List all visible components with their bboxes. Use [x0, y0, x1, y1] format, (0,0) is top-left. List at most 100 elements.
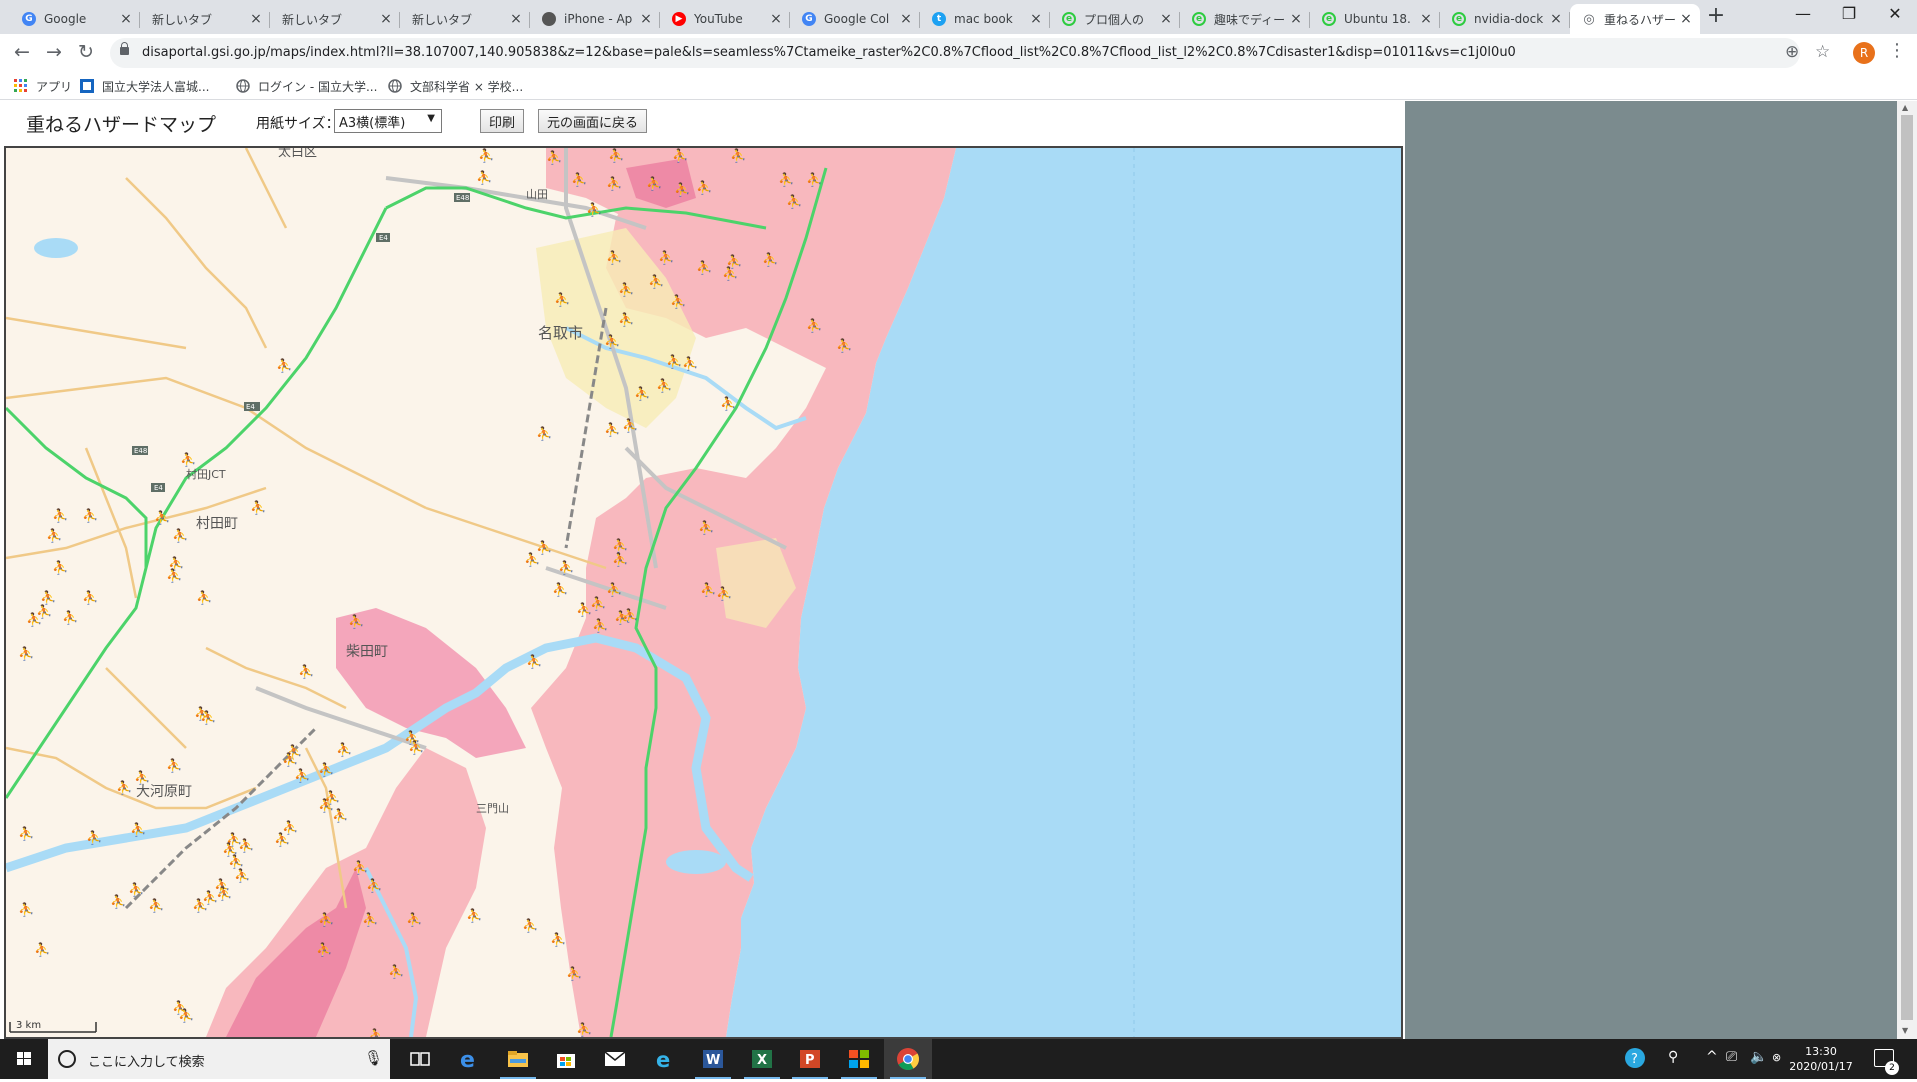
- paper-size-select[interactable]: A3横(標準) ▼: [334, 109, 442, 133]
- shelter-marker-icon[interactable]: ⛹: [18, 825, 34, 842]
- tab-close-icon[interactable]: ×: [898, 11, 914, 27]
- shelter-marker-icon[interactable]: ⛹: [646, 175, 662, 192]
- tab-close-icon[interactable]: ×: [248, 11, 264, 27]
- tab-close-icon[interactable]: ×: [638, 11, 654, 27]
- shelter-marker-icon[interactable]: ⛹: [566, 965, 582, 982]
- shelter-marker-icon[interactable]: ⛹: [352, 859, 368, 876]
- browser-tab[interactable]: iPhone - Ap ×: [530, 4, 660, 34]
- shelter-marker-icon[interactable]: ⛹: [318, 761, 334, 778]
- map-canvas[interactable]: E48 E4 E4 E48 E4 名取市 村田町 柴田町 大河原町 太白区 山田…: [6, 148, 1401, 1037]
- shelter-marker-icon[interactable]: ⛹: [336, 741, 352, 758]
- browser-tab[interactable]: 新しいタブ ×: [270, 4, 400, 34]
- shelter-marker-icon[interactable]: ⛹: [700, 581, 716, 598]
- shelter-marker-icon[interactable]: ⛹: [216, 885, 232, 902]
- shelter-marker-icon[interactable]: ⛹: [180, 451, 196, 468]
- shelter-marker-icon[interactable]: ⛹: [696, 179, 712, 196]
- browser-tab[interactable]: e nvidia-dock ×: [1440, 4, 1570, 34]
- shelter-marker-icon[interactable]: ⛹: [234, 867, 250, 884]
- shelter-marker-icon[interactable]: ⛹: [406, 911, 422, 928]
- shelter-marker-icon[interactable]: ⛹: [18, 645, 34, 662]
- browser-tab[interactable]: t mac book ×: [920, 4, 1050, 34]
- shelter-marker-icon[interactable]: ⛹: [46, 527, 62, 544]
- task-view-icon[interactable]: [396, 1039, 444, 1079]
- shelter-marker-icon[interactable]: ⛹: [606, 249, 622, 266]
- shelter-marker-icon[interactable]: ⛹: [82, 589, 98, 606]
- shelter-marker-icon[interactable]: ⛹: [196, 589, 212, 606]
- system-clock[interactable]: 13:30 2020/01/17: [1780, 1044, 1862, 1074]
- scroll-thumb[interactable]: [1901, 115, 1913, 1020]
- shelter-marker-icon[interactable]: ⛹: [590, 595, 606, 612]
- powerpoint-icon[interactable]: P: [786, 1039, 834, 1079]
- bookmark-mext[interactable]: 文部科学省 × 学校...: [388, 76, 523, 96]
- shelter-marker-icon[interactable]: ⛹: [52, 559, 68, 576]
- shelter-marker-icon[interactable]: ⛹: [408, 739, 424, 756]
- shelter-marker-icon[interactable]: ⛹: [670, 293, 686, 310]
- minimize-button[interactable]: —: [1780, 0, 1826, 30]
- store-icon[interactable]: [542, 1039, 590, 1079]
- shelter-marker-icon[interactable]: ⛹: [34, 941, 50, 958]
- shelter-marker-icon[interactable]: ⛹: [592, 617, 608, 634]
- shelter-marker-icon[interactable]: ⛹: [52, 507, 68, 524]
- shelter-marker-icon[interactable]: ⛹: [576, 601, 592, 618]
- shelter-marker-icon[interactable]: ⛹: [606, 581, 622, 598]
- network-icon[interactable]: ⎚: [1726, 1049, 1737, 1065]
- shelter-marker-icon[interactable]: ⛹: [154, 509, 170, 526]
- shelter-marker-icon[interactable]: ⛹: [362, 911, 378, 928]
- browser-tab[interactable]: e 趣味でディー ×: [1180, 4, 1310, 34]
- tiles-icon[interactable]: [835, 1039, 883, 1079]
- shelter-marker-icon[interactable]: ⛹: [318, 911, 334, 928]
- bookmark-login[interactable]: ログイン - 国立大学...: [236, 76, 377, 96]
- browser-tab[interactable]: 新しいタブ ×: [400, 4, 530, 34]
- shelter-marker-icon[interactable]: ⛹: [522, 917, 538, 934]
- restore-button[interactable]: ❐: [1826, 0, 1872, 30]
- edge-icon[interactable]: e: [445, 1039, 493, 1079]
- shelter-marker-icon[interactable]: ⛹: [674, 181, 690, 198]
- tab-close-icon[interactable]: ×: [768, 11, 784, 27]
- shelter-marker-icon[interactable]: ⛹: [786, 193, 802, 210]
- excel-icon[interactable]: X: [738, 1039, 786, 1079]
- browser-tab[interactable]: G Google Col ×: [790, 4, 920, 34]
- url-text[interactable]: disaportal.gsi.go.jp/maps/index.html?ll=…: [142, 45, 1692, 60]
- microphone-icon[interactable]: 🎙: [364, 1049, 383, 1067]
- shelter-marker-icon[interactable]: ⛹: [656, 377, 672, 394]
- shelter-marker-icon[interactable]: ⛹: [622, 607, 638, 624]
- shelter-marker-icon[interactable]: ⛹: [526, 653, 542, 670]
- print-button[interactable]: 印刷: [480, 109, 525, 133]
- file-explorer-icon[interactable]: [494, 1039, 542, 1079]
- shelter-marker-icon[interactable]: ⛹: [178, 1007, 194, 1024]
- chrome-icon[interactable]: [884, 1039, 932, 1079]
- shelter-marker-icon[interactable]: ⛹: [166, 567, 182, 584]
- shelter-marker-icon[interactable]: ⛹: [276, 357, 292, 374]
- menu-kebab-icon[interactable]: ⋮: [1888, 40, 1906, 61]
- shelter-marker-icon[interactable]: ⛹: [134, 769, 150, 786]
- shelter-marker-icon[interactable]: ⛹: [612, 551, 628, 568]
- shelter-marker-icon[interactable]: ⛹: [26, 611, 42, 628]
- shelter-marker-icon[interactable]: ⛹: [316, 941, 332, 958]
- shelter-marker-icon[interactable]: ⛹: [282, 751, 298, 768]
- shelter-marker-icon[interactable]: ⛹: [552, 581, 568, 598]
- shelter-marker-icon[interactable]: ⛹: [238, 837, 254, 854]
- address-bar[interactable]: disaportal.gsi.go.jp/maps/index.html?ll=…: [110, 38, 1800, 68]
- shelter-marker-icon[interactable]: ⛹: [604, 421, 620, 438]
- shelter-marker-icon[interactable]: ⛹: [148, 897, 164, 914]
- shelter-marker-icon[interactable]: ⛹: [558, 559, 574, 576]
- shelter-marker-icon[interactable]: ⛹: [82, 507, 98, 524]
- shelter-marker-icon[interactable]: ⛹: [612, 537, 628, 554]
- shelter-marker-icon[interactable]: ⛹: [348, 613, 364, 630]
- hazard-map[interactable]: E48 E4 E4 E48 E4 名取市 村田町 柴田町 大河原町 太白区 山田…: [4, 146, 1403, 1039]
- shelter-marker-icon[interactable]: ⛹: [294, 767, 310, 784]
- shelter-marker-icon[interactable]: ⛹: [166, 757, 182, 774]
- shelter-marker-icon[interactable]: ⛹: [554, 291, 570, 308]
- help-icon[interactable]: ?: [1624, 1047, 1646, 1073]
- shelter-marker-icon[interactable]: ⛹: [836, 337, 852, 354]
- shelter-marker-icon[interactable]: ⛹: [716, 585, 732, 602]
- shelter-marker-icon[interactable]: ⛹: [722, 265, 738, 282]
- shelter-marker-icon[interactable]: ⛹: [720, 395, 736, 412]
- tab-close-icon[interactable]: ×: [1028, 11, 1044, 27]
- shelter-marker-icon[interactable]: ⛹: [658, 249, 674, 266]
- shelter-marker-icon[interactable]: ⛹: [192, 897, 208, 914]
- shelter-marker-icon[interactable]: ⛹: [228, 853, 244, 870]
- shelter-marker-icon[interactable]: ⛹: [130, 821, 146, 838]
- back-to-map-button[interactable]: 元の画面に戻る: [538, 109, 648, 133]
- shelter-marker-icon[interactable]: ⛹: [128, 881, 144, 898]
